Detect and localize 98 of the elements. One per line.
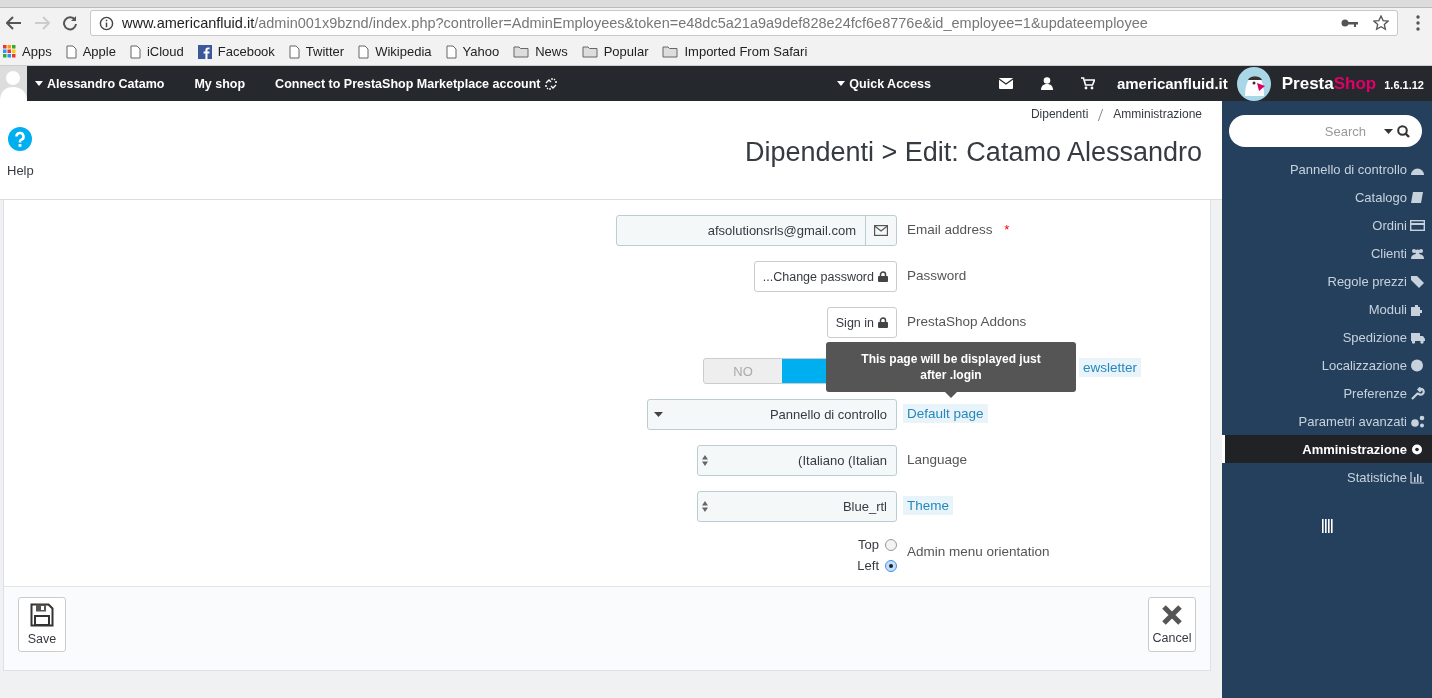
sidebar-item[interactable]: Statistiche [1222, 463, 1432, 491]
key-icon[interactable] [1341, 18, 1359, 28]
up-down-arrows-icon [702, 455, 708, 466]
form-button[interactable]: Sign in [826, 307, 897, 338]
sidebar-item[interactable]: Amministrazione [1222, 435, 1432, 463]
folder-icon [581, 45, 598, 58]
facebook-icon [197, 44, 212, 59]
help-button[interactable]: Help [0, 101, 34, 199]
shop-name-link[interactable]: americanfluid.it [1116, 75, 1228, 92]
breadcrumb-link[interactable]: Amministrazione [1113, 107, 1202, 123]
email-field[interactable]: afsolutionsrls@gmail.com [616, 215, 897, 246]
page-icon [288, 44, 300, 59]
caret-icon [652, 412, 663, 417]
folder-icon [662, 45, 679, 58]
brand-logo-text: PrestaShop [1281, 73, 1377, 94]
bookmark-link[interactable]: Yahoo [445, 44, 500, 59]
sidebar-item[interactable]: Parametri avanzati [1222, 407, 1432, 435]
cart-icon[interactable] [1080, 77, 1095, 90]
bookmark-link[interactable]: Imported From Safari [662, 44, 808, 59]
quick-access-menu[interactable]: Quick Access [837, 76, 931, 91]
reload-icon[interactable] [62, 15, 78, 31]
sidebar-item[interactable]: Localizzazione [1222, 351, 1432, 379]
menu-icon[interactable] [1416, 15, 1420, 31]
page-icon [129, 44, 141, 59]
info-icon[interactable] [99, 15, 114, 31]
puffin-logo-icon[interactable] [1235, 65, 1272, 102]
page-icon [358, 44, 370, 59]
address-bar[interactable]: www.americanfluid.it/admin001x9bznd/index.php?controller=AdminEmployees&token=e48dc5a21a9a9def828e24fcf6e8776e&id_employee=1&updateemployee [90, 10, 1398, 36]
field-label: Email address [906, 221, 994, 239]
sidebar-item[interactable]: Clienti [1222, 239, 1432, 267]
sidebar-item[interactable]: Pannello di controllo [1222, 155, 1432, 183]
cancel-button[interactable]: Cancel [1148, 597, 1196, 652]
sidebar-item[interactable]: Spedizione [1222, 323, 1432, 351]
field-label: Password [906, 267, 968, 285]
breadcrumb-link[interactable]: Dipendenti [1030, 107, 1089, 123]
sidebar-item[interactable]: Regole prezzi [1222, 267, 1432, 295]
required-mark: * [1004, 222, 1010, 237]
caret-icon [837, 81, 846, 86]
save-button[interactable]: Save [18, 597, 66, 652]
bookmark-link[interactable]: Twitter [288, 44, 345, 59]
url-text: www.americanfluid.it/admin001x9bznd/index.php?controller=AdminEmployees&token=e48dc5a21a9a9def828e24fcf6e8776e&id_employee=1&updateemployee [122, 15, 1149, 31]
tags-icon [1410, 274, 1425, 288]
page-title: Dipendenti > Edit: Catamo Alessandro [744, 137, 1202, 168]
caret-icon[interactable] [1384, 128, 1393, 134]
bookmark-link[interactable]: Apple [65, 44, 116, 59]
radio-option[interactable]: Left [857, 558, 897, 573]
star-icon[interactable] [1373, 15, 1389, 31]
field-label: PrestaShop Addons [906, 313, 1028, 331]
field-label: ewsletter [1079, 358, 1142, 377]
collapse-menu-icon[interactable] [1321, 519, 1333, 533]
select-dropdown[interactable]: (Italiano (Italian [697, 445, 897, 476]
field-label: Theme [903, 496, 954, 515]
form-button[interactable]: ...Change password [753, 261, 897, 292]
marketplace-link[interactable]: Connect to PrestaShop Marketplace account [275, 76, 559, 91]
caret-icon [35, 81, 43, 86]
select-dropdown[interactable]: Pannello di controllo [647, 399, 897, 430]
users-icon [1410, 246, 1425, 260]
field-label: Default page [903, 404, 988, 423]
tooltip: This page will be displayed just after .login [826, 342, 1076, 398]
bar-chart-icon [1410, 470, 1425, 484]
truck-icon [1410, 330, 1425, 344]
bookmark-link[interactable]: Facebook [197, 44, 275, 59]
help-icon [8, 127, 33, 151]
sidebar-item[interactable]: Preferenze [1222, 379, 1432, 407]
up-down-arrows-icon [702, 501, 708, 512]
search-icon [1397, 124, 1410, 138]
radio-option[interactable]: Top [857, 537, 897, 552]
folder-icon [513, 45, 530, 58]
wrench-icon [1410, 386, 1425, 400]
sidebar-item[interactable]: Catalogo [1222, 183, 1432, 211]
envelope-icon [874, 225, 888, 236]
employee-menu[interactable]: Alessandro Catamo [35, 76, 165, 91]
sidebar-item[interactable]: Ordini [1222, 211, 1432, 239]
tooltip-arrow-icon [945, 392, 957, 398]
apps-grid-icon [3, 45, 16, 58]
search-field[interactable]: Search [1229, 115, 1422, 147]
puzzle-icon [1410, 302, 1425, 316]
bookmark-link[interactable]: News [513, 44, 568, 59]
field-label: Admin menu orientation [906, 543, 1051, 561]
lock-icon [878, 271, 888, 282]
bookmark-link[interactable]: Apps [3, 44, 52, 59]
user-icon[interactable] [1040, 77, 1053, 90]
bookmark-link[interactable]: Popular [581, 44, 649, 59]
sidebar-item[interactable]: Moduli [1222, 295, 1432, 323]
bookmark-link[interactable]: Wikipedia [358, 44, 432, 59]
lock-icon [878, 317, 888, 328]
close-icon [1161, 604, 1183, 626]
page-icon [65, 44, 77, 59]
gear-icon [1410, 442, 1425, 456]
version-text: 1.6.1.12 [1384, 79, 1424, 91]
my-shop-link[interactable]: My shop [194, 76, 246, 91]
bookmark-link[interactable]: iCloud [129, 44, 184, 59]
select-dropdown[interactable]: Blue_rtl [697, 491, 897, 522]
mail-icon[interactable] [998, 78, 1013, 89]
field-label: Language [906, 451, 969, 469]
credit-card-icon [1410, 218, 1425, 232]
back-icon[interactable] [6, 16, 22, 30]
page-icon [445, 44, 457, 59]
